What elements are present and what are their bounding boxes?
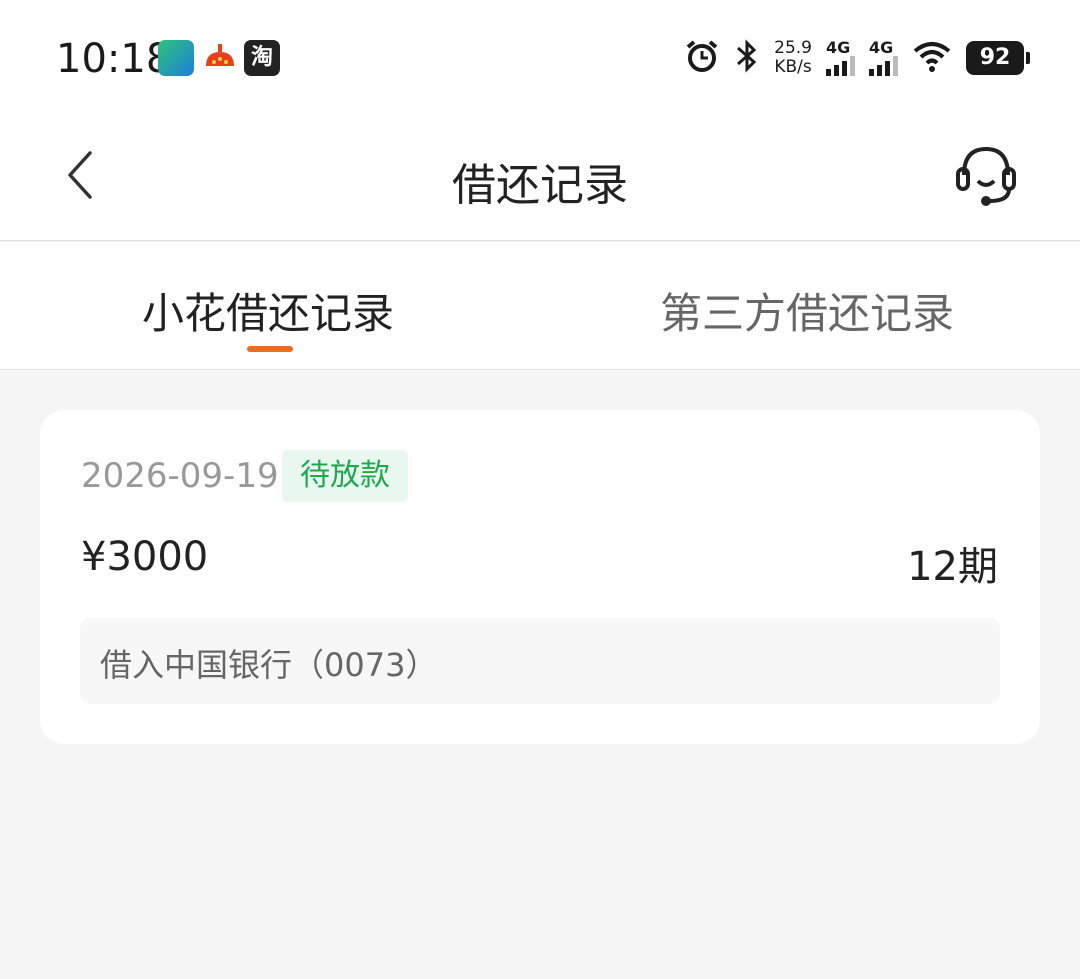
taobao-app-icon: 淘 xyxy=(244,40,280,76)
status-badge: 待放款 xyxy=(282,450,408,502)
bluetooth-icon xyxy=(734,38,760,78)
loan-amount: ¥3000 xyxy=(81,534,209,580)
headset-icon xyxy=(956,146,1016,206)
record-date: 2026-09-19 xyxy=(81,456,279,496)
status-time: 10:18 xyxy=(56,36,172,82)
speed-value: 25.9 xyxy=(774,38,812,58)
bank-info: 借入中国银行（0073） xyxy=(80,618,1000,704)
alarm-icon xyxy=(684,38,720,78)
status-bar: 10:18 淘 25.9 KB/s 4G 4G 92 xyxy=(0,0,1080,115)
tab-xiaohua-records[interactable]: 小花借还记录 xyxy=(142,280,394,341)
sim1-label: 4G xyxy=(826,38,851,57)
loan-record-card[interactable]: 2026-09-19 待放款 ¥3000 12期 借入中国银行（0073） xyxy=(40,410,1040,744)
customer-service-button[interactable] xyxy=(954,141,1018,209)
orange-app-icon xyxy=(202,40,238,76)
sim2-signal: 4G xyxy=(869,40,898,76)
record-tabs: 小花借还记录 第三方借还记录 xyxy=(0,242,1080,370)
tab-third-party-records[interactable]: 第三方借还记录 xyxy=(660,280,954,341)
signal-bars-icon xyxy=(869,56,898,76)
speed-unit: KB/s xyxy=(774,57,812,77)
status-indicators: 25.9 KB/s 4G 4G 92 xyxy=(684,36,1030,80)
sim1-signal: 4G xyxy=(826,40,855,76)
nav-bar: 借还记录 xyxy=(0,115,1080,241)
battery-indicator: 92 xyxy=(966,41,1030,75)
network-speed: 25.9 KB/s xyxy=(774,39,812,77)
sim2-label: 4G xyxy=(869,38,894,57)
page-title: 借还记录 xyxy=(452,160,628,211)
loan-periods: 12期 xyxy=(907,544,998,590)
active-tab-indicator xyxy=(247,346,293,352)
signal-bars-icon xyxy=(826,56,855,76)
fingerprint-app-icon xyxy=(158,40,194,76)
bank-label: 借入中国银行（0073） xyxy=(100,646,438,684)
wifi-icon xyxy=(912,39,952,77)
